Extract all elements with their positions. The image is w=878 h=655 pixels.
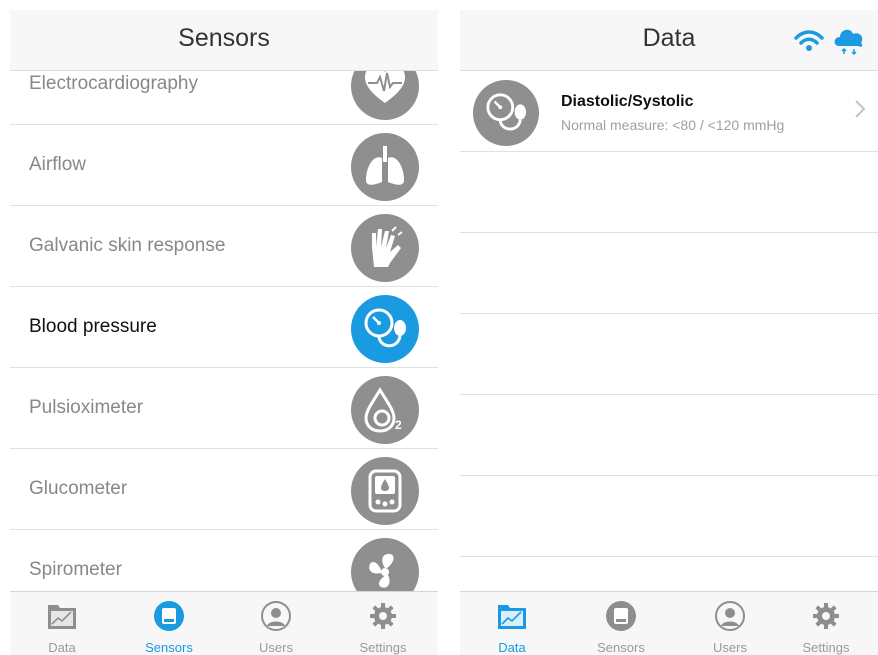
tab-label: Users [713, 640, 747, 655]
data-row-subtitle: Normal measure: <80 / <120 mmHg [561, 117, 785, 133]
tab-label: Sensors [145, 640, 193, 655]
tab-users[interactable]: Users [224, 592, 328, 655]
tab-settings[interactable]: Settings [331, 592, 435, 655]
sensor-row-galvanic[interactable]: Galvanic skin response [10, 205, 438, 287]
chevron-right-icon [855, 100, 866, 118]
sensor-chip-icon [154, 601, 184, 631]
data-tab-bar: Data Sensors Users Settings [460, 591, 878, 655]
oxygen-drop-icon: 2 [351, 376, 419, 444]
tab-settings[interactable]: Settings [774, 592, 878, 655]
sensor-chip-icon [606, 601, 636, 631]
tab-label: Data [48, 640, 76, 655]
data-nav-bar: Data [460, 10, 878, 71]
data-list: Diastolic/Systolic Normal measure: <80 /… [460, 71, 878, 591]
sensor-label: Glucometer [29, 478, 128, 499]
blood-pressure-icon [351, 295, 419, 363]
sensor-row-spirometer[interactable]: Spirometer [10, 529, 438, 591]
sensors-nav-bar: Sensors [10, 10, 438, 71]
tab-label: Settings [802, 640, 850, 655]
status-icons [788, 24, 868, 58]
wifi-icon[interactable] [794, 30, 824, 52]
sensor-label: Electrocardiography [29, 73, 198, 94]
user-icon [261, 601, 291, 631]
sensor-label: Airflow [29, 154, 87, 175]
sensor-row-airflow[interactable]: Airflow [10, 124, 438, 206]
data-screen: Data Diastolic/Systolic Normal measure: … [460, 10, 878, 655]
empty-row [460, 395, 878, 476]
tab-sensors[interactable]: Sensors [117, 592, 221, 655]
hand-icon [351, 214, 419, 282]
sensor-row-glucometer[interactable]: Glucometer [10, 448, 438, 530]
cloud-sync-icon[interactable] [832, 24, 866, 56]
lungs-icon [351, 133, 419, 201]
tab-label: Users [259, 640, 293, 655]
tab-data[interactable]: Data [10, 592, 114, 655]
empty-row [460, 152, 878, 233]
sensors-tab-bar: Data Sensors Users Settings [10, 591, 438, 655]
chart-folder-icon [48, 605, 76, 629]
chart-folder-icon [498, 605, 526, 629]
tab-label: Sensors [597, 640, 645, 655]
sensor-row-electrocardiography[interactable]: Electrocardiography [10, 71, 438, 125]
empty-row [460, 314, 878, 395]
sensor-list[interactable]: Electrocardiography Airflow Galvanic ski… [10, 71, 438, 591]
glucometer-icon [351, 457, 419, 525]
sensor-row-pulsioximeter[interactable]: Pulsioximeter 2 [10, 367, 438, 449]
data-row-blood-pressure[interactable]: Diastolic/Systolic Normal measure: <80 /… [460, 71, 878, 152]
svg-text:2: 2 [395, 418, 402, 432]
tab-users[interactable]: Users [678, 592, 782, 655]
spirometer-fan-icon [351, 538, 419, 591]
tab-label: Data [498, 640, 526, 655]
blood-pressure-icon [473, 80, 539, 146]
sensor-label: Blood pressure [29, 316, 157, 337]
gear-icon [370, 603, 396, 629]
tab-label: Settings [359, 640, 407, 655]
sensor-label: Pulsioximeter [29, 397, 144, 418]
sensor-row-blood-pressure[interactable]: Blood pressure [10, 286, 438, 368]
empty-row [460, 476, 878, 557]
user-icon [715, 601, 745, 631]
sensors-title: Sensors [178, 24, 270, 52]
sensor-label: Galvanic skin response [29, 235, 226, 256]
gear-icon [813, 603, 839, 629]
heart-ecg-icon [351, 71, 419, 120]
sensors-screen: Sensors Electrocardiography Airflow Galv… [10, 10, 438, 655]
empty-row [460, 233, 878, 314]
sensor-label: Spirometer [29, 559, 122, 580]
data-row-title: Diastolic/Systolic [561, 93, 694, 110]
tab-data[interactable]: Data [460, 592, 564, 655]
tab-sensors[interactable]: Sensors [569, 592, 673, 655]
